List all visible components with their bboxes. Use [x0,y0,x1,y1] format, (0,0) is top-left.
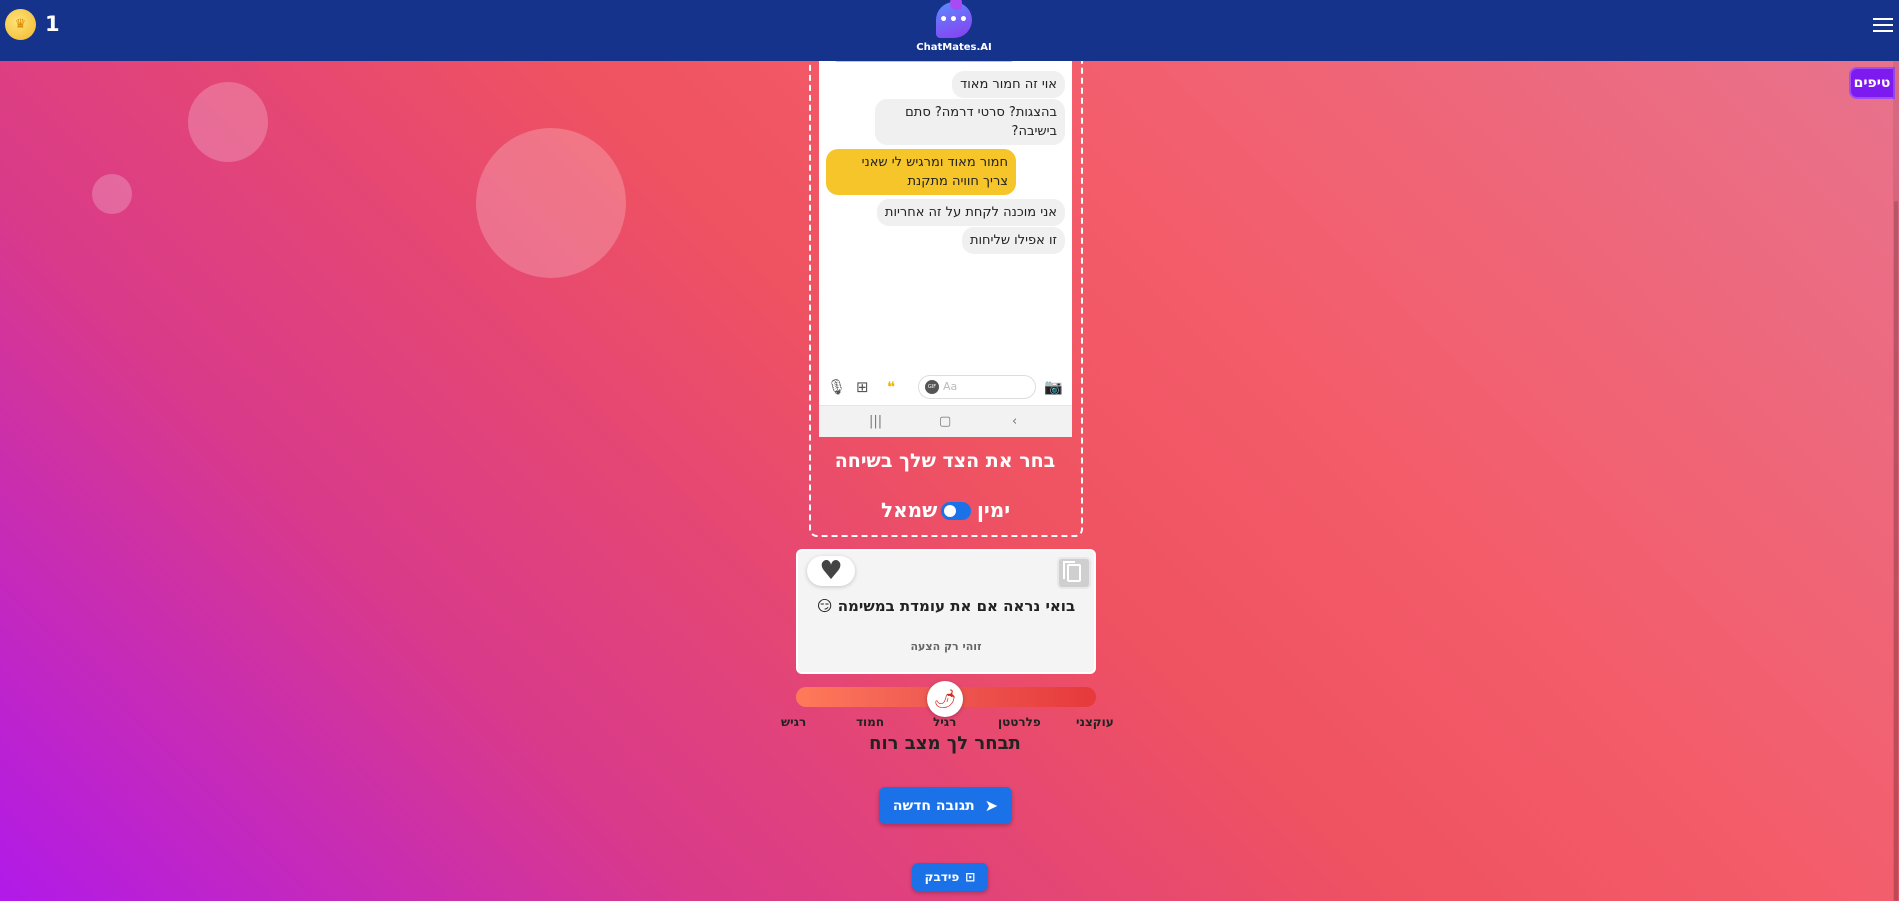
coin-count: 1 [45,12,60,36]
gif-icon: GIF [925,380,939,394]
chat-bubble-logo-icon: ••• [936,0,972,38]
mood-title: תבחר לך מצב רוח [869,733,1021,754]
top-bar: ♛ 1 ••• ChatMates.AI [0,0,1899,61]
video-effects-icon: ⊞ [856,378,869,396]
side-picker-title: בחר את הצד שלך בשיחה [834,450,1056,472]
feedback-label: פידבק [924,870,960,884]
robot-icon: ⊡ [965,870,976,884]
side-left-label: שמאל [881,498,938,522]
suggestion-note: זוהי רק הצעה [910,640,982,653]
home-icon: ▢ [939,414,952,429]
side-right-label: ימין [977,498,1011,522]
message-bubble: אני מוכנה לקחת על זה אחריות [876,199,1065,226]
mood-option[interactable]: פלרטטן [998,715,1041,729]
mood-option[interactable]: רגיש [781,715,806,729]
message-input: GIF Aa [918,375,1036,399]
feedback-button[interactable]: פידבק ⊡ [912,863,988,891]
camera-icon: 📷 [1044,378,1063,396]
copy-icon[interactable] [1057,557,1091,589]
logo-text: ChatMates.AI [916,42,992,53]
scrollbar-thumb[interactable] [1894,201,1898,901]
heart-icon[interactable]: ♥ [807,556,855,586]
back-icon: ‹ [1012,414,1018,429]
tips-button[interactable]: טיפים [1849,67,1895,99]
coin-crown-icon: ♛ [5,9,36,40]
page-scrollbar[interactable] [1893,61,1899,901]
side-toggle[interactable] [941,502,971,520]
suggestion-text: בואי נראה אם את עומדת במשימה 😏 [816,597,1076,615]
recents-icon: ||| [869,414,883,429]
new-reply-button[interactable]: תגובה חדשה ➤ [879,787,1012,824]
mood-option[interactable]: חמוד [856,715,884,729]
microphone-icon: 🎙 [827,378,847,396]
decor-circle [92,174,132,214]
decor-circle [188,82,268,162]
new-reply-label: תגובה חדשה [892,797,975,814]
message-bubble: זו אפילו שליחות [961,227,1065,254]
chili-pepper-icon[interactable]: 🌶 [927,681,963,717]
decor-circle [476,128,626,278]
send-arrow-icon: ➤ [984,796,999,815]
suggestion-card: ♥ בואי נראה אם את עומדת במשימה 😏 זוהי רק… [796,549,1096,674]
mood-option[interactable]: רגיל [933,715,956,729]
app-logo[interactable]: ••• ChatMates.AI [915,0,993,55]
message-bubble-mine: חמור מאוד ומרגיש לי שאני צריך חוויה מתקנ… [826,149,1016,195]
message-bubble: בהצגות? סרטי דרמה? סתם בישיבה? [875,99,1065,145]
chat-composer: 🎙 ⊞ ❝ GIF Aa 📷 [819,372,1072,402]
phone-chat-preview: אוי זה חמור מאוד בהצגות? סרטי דרמה? סתם … [819,50,1072,437]
mood-option[interactable]: עוקצני [1076,715,1114,729]
hamburger-menu-icon[interactable] [1873,14,1893,36]
message-bubble: אוי זה חמור מאוד [952,71,1065,98]
quote-bubble-icon: ❝ [887,378,896,396]
android-nav-bar: ||| ▢ ‹ [819,405,1072,437]
